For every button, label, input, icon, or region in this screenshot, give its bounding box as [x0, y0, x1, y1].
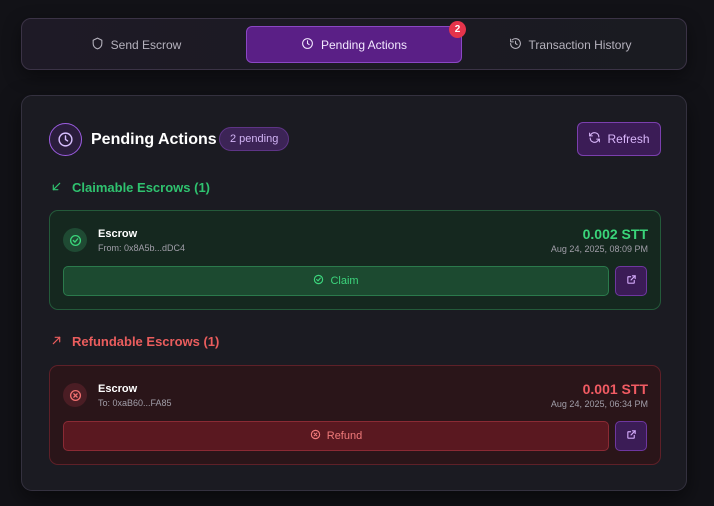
- sender-address: From: 0x8A5b...dDC4: [98, 243, 186, 253]
- tab-label: Pending Actions: [320, 37, 408, 52]
- escrow-name: Escrow: [98, 383, 138, 395]
- refresh-icon: [588, 131, 601, 147]
- external-link-icon: [626, 272, 637, 290]
- x-circle-icon: [63, 383, 87, 407]
- shield-icon: [91, 37, 104, 53]
- clock-icon: [301, 37, 314, 53]
- check-circle-icon: [313, 274, 324, 288]
- tab-label: Send Escrow: [110, 37, 182, 52]
- section-label: Claimable Escrows (1): [72, 180, 210, 195]
- escrow-date: Aug 24, 2025, 06:34 PM: [550, 399, 648, 409]
- view-external-button[interactable]: [615, 266, 647, 296]
- clock-icon: [49, 123, 82, 156]
- tab-transaction-history[interactable]: Transaction History: [462, 26, 678, 63]
- arrow-up-right-icon: [51, 334, 62, 349]
- pending-actions-panel: Pending Actions 2 pending Refresh Claima…: [21, 95, 687, 491]
- refundable-escrow-card: Escrow To: 0xaB60...FA85 0.001 STT Aug 2…: [49, 365, 661, 465]
- tab-bar: Send Escrow Pending Actions 2 Transactio…: [21, 18, 687, 70]
- refresh-button[interactable]: Refresh: [577, 122, 661, 156]
- recipient-address: To: 0xaB60...FA85: [98, 398, 172, 408]
- tab-label: Transaction History: [528, 37, 632, 52]
- check-circle-icon: [63, 228, 87, 252]
- refresh-label: Refresh: [607, 132, 650, 146]
- escrow-amount: 0.002 STT: [582, 226, 648, 242]
- refundable-section-title: Refundable Escrows (1): [51, 334, 219, 349]
- pending-count-badge: 2 pending: [219, 127, 290, 151]
- refund-label: Refund: [326, 430, 363, 442]
- claimable-section-title: Claimable Escrows (1): [51, 180, 210, 195]
- view-external-button[interactable]: [615, 421, 647, 451]
- external-link-icon: [626, 427, 637, 445]
- escrow-date: Aug 24, 2025, 08:09 PM: [550, 244, 648, 254]
- section-label: Refundable Escrows (1): [72, 334, 220, 349]
- claim-button[interactable]: Claim: [63, 266, 609, 296]
- page-title: Pending Actions: [91, 131, 217, 148]
- tab-send-escrow[interactable]: Send Escrow: [28, 26, 244, 63]
- escrow-amount: 0.001 STT: [582, 381, 648, 397]
- tab-pending-actions[interactable]: Pending Actions 2: [246, 21, 466, 63]
- claimable-escrow-card: Escrow From: 0x8A5b...dDC4 0.002 STT Aug…: [49, 210, 661, 310]
- arrow-down-left-icon: [51, 180, 62, 195]
- escrow-name: Escrow: [98, 228, 138, 240]
- history-icon: [509, 37, 522, 53]
- claim-label: Claim: [330, 275, 359, 287]
- refund-button[interactable]: Refund: [63, 421, 609, 451]
- x-circle-icon: [310, 429, 321, 443]
- app-page: Send Escrow Pending Actions 2 Transactio…: [0, 0, 714, 506]
